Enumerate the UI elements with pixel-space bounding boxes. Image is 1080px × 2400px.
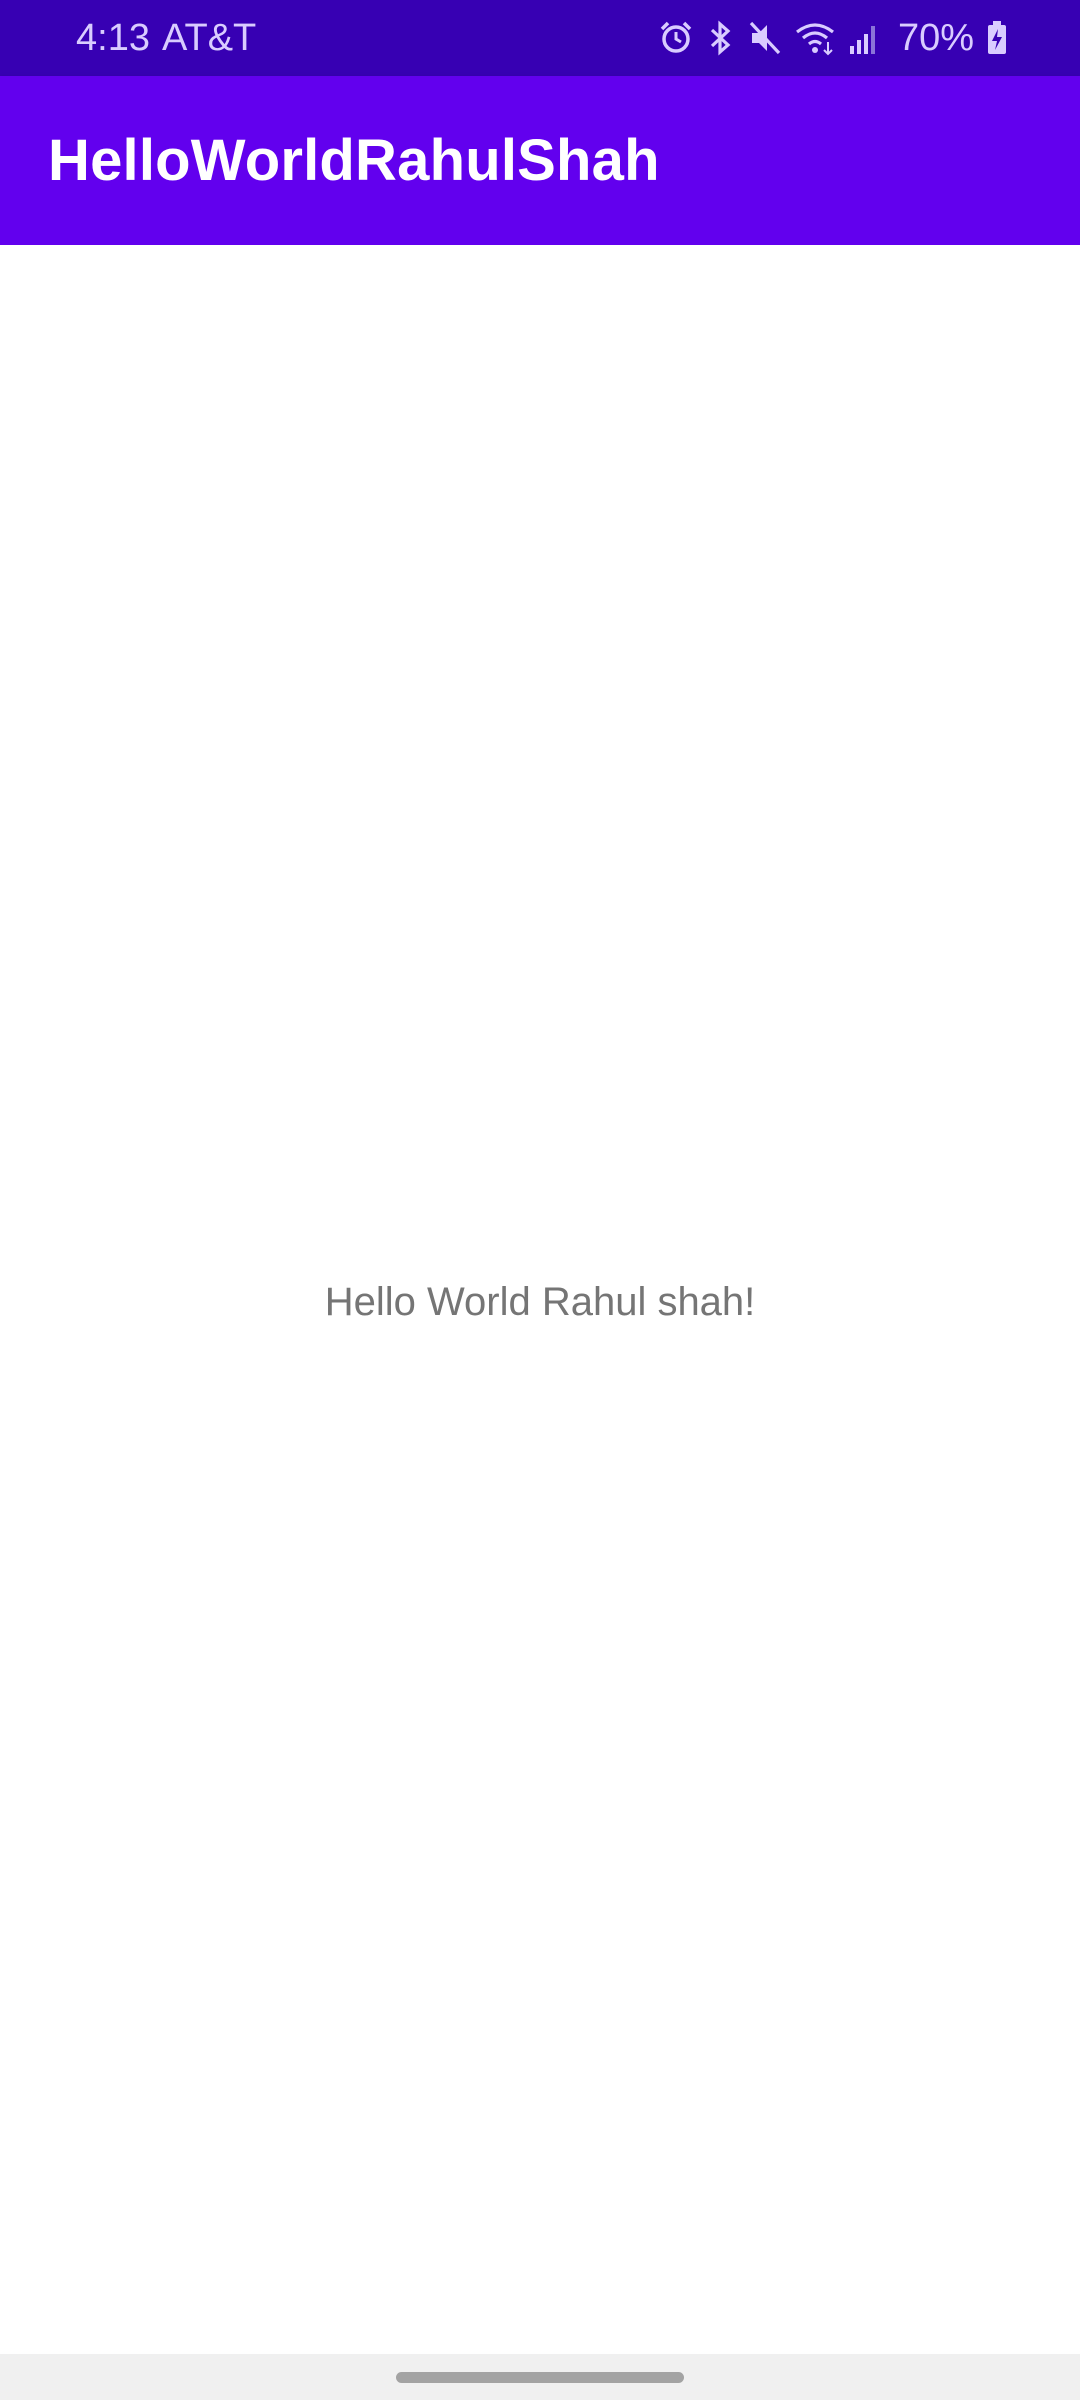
main-content: Hello World Rahul shah!	[0, 245, 1080, 2354]
battery-percent: 70%	[897, 16, 974, 59]
status-left: 4:13 AT&T	[76, 0, 256, 76]
home-gesture-handle[interactable]	[396, 2372, 684, 2383]
status-icons: 70%	[658, 0, 1008, 76]
status-bar: 4:13 AT&T 70%	[0, 0, 1080, 76]
bluetooth-icon	[706, 20, 736, 56]
wifi-icon	[794, 20, 836, 56]
app-bar: HelloWorldRahulShah	[0, 76, 1080, 245]
hello-message: Hello World Rahul shah!	[324, 1280, 756, 1324]
app-title: HelloWorldRahulShah	[48, 128, 660, 193]
status-carrier: AT&T	[161, 16, 257, 59]
alarm-icon	[658, 20, 694, 56]
battery-charging-icon	[986, 20, 1008, 56]
navigation-bar	[0, 2354, 1080, 2400]
status-time: 4:13	[76, 16, 150, 59]
signal-icon	[848, 20, 880, 56]
mute-icon	[748, 20, 782, 56]
phone-screen: 4:13 AT&T 70% HelloWorldRahulShah Hello …	[0, 0, 1080, 2400]
